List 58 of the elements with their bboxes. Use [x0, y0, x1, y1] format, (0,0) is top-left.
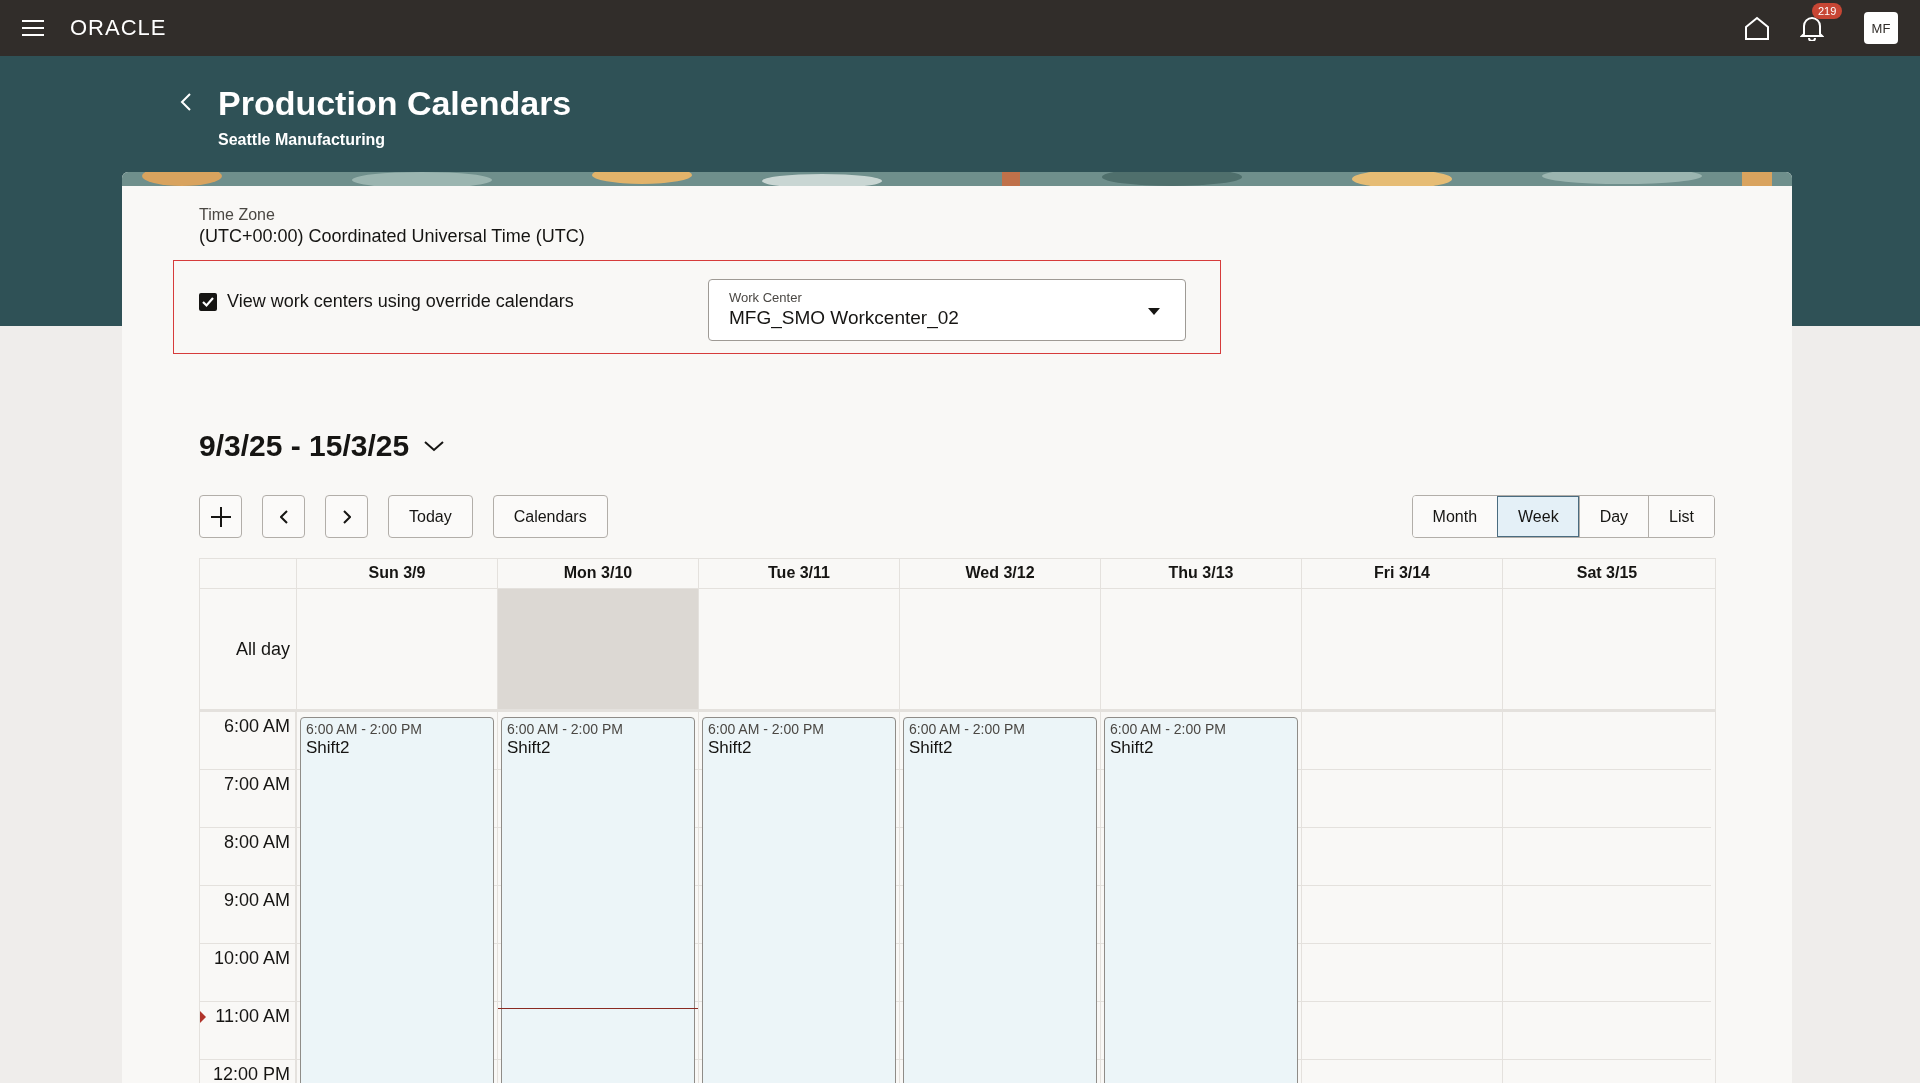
event-title: Shift2	[507, 738, 552, 758]
view-tab[interactable]: List	[1648, 496, 1714, 537]
home-icon[interactable]	[1744, 16, 1770, 40]
shift-event[interactable]: 6:00 AM - 2:00 PM Shift2	[300, 717, 494, 1083]
view-tab[interactable]: Week	[1497, 496, 1579, 537]
shift-event[interactable]: 6:00 AM - 2:00 PM Shift2	[702, 717, 896, 1083]
event-time: 6:00 AM - 2:00 PM	[708, 721, 825, 737]
all-day-label: All day	[235, 638, 290, 660]
menu-icon[interactable]	[22, 19, 44, 37]
time-label: 11:00 AM	[215, 1006, 290, 1026]
shift-event[interactable]: 6:00 AM - 2:00 PM Shift2	[1104, 717, 1298, 1083]
toolbar-button[interactable]: Today	[388, 495, 473, 538]
page-subtitle: Seattle Manufacturing	[218, 131, 387, 149]
event-time: 6:00 AM - 2:00 PM	[507, 721, 624, 737]
day-header: Mon 3/10	[497, 559, 698, 588]
day-header: Thu 3/13	[1100, 559, 1301, 588]
time-label: 12:00 PM	[212, 1064, 290, 1083]
time-label: 10:00 AM	[213, 948, 290, 968]
time-label: 9:00 AM	[223, 890, 290, 910]
work-center-select[interactable]: Work Center MFG_SMO Workcenter_02	[708, 279, 1186, 341]
user-avatar[interactable]: MF	[1864, 12, 1898, 44]
next-button[interactable]	[325, 495, 368, 538]
caret-icon	[1148, 308, 1160, 315]
current-time-marker	[200, 1011, 206, 1023]
add-button[interactable]	[199, 495, 242, 538]
event-time: 6:00 AM - 2:00 PM	[909, 721, 1026, 737]
event-title: Shift2	[1110, 738, 1155, 758]
event-title: Shift2	[909, 738, 954, 758]
notification-count: 219	[1812, 3, 1843, 19]
checkbox-label: View work centers using override calendars	[227, 291, 574, 312]
time-zone-value: (UTC+00:00) Coordinated Universal Time (UTC)	[199, 226, 586, 247]
day-header: Tue 3/11	[698, 559, 899, 588]
page-title: Production Calendars	[218, 84, 572, 123]
notifications-icon[interactable]	[1800, 15, 1824, 41]
day-header: Wed 3/12	[899, 559, 1100, 588]
day-header: Sat 3/15	[1502, 559, 1711, 588]
shift-event[interactable]: 6:00 AM - 2:00 PM Shift2	[903, 717, 1097, 1083]
time-label: 6:00 AM	[223, 716, 290, 736]
date-range: 9/3/25 - 15/3/25	[199, 429, 410, 463]
previous-button[interactable]	[262, 495, 305, 538]
event-title: Shift2	[306, 738, 351, 758]
event-title: Shift2	[708, 738, 753, 758]
time-label: 7:00 AM	[223, 774, 290, 794]
brand-logo: ORACLE	[70, 15, 167, 41]
time-label: 8:00 AM	[223, 832, 290, 852]
chevron-right-icon	[342, 509, 351, 524]
day-header: Sun 3/9	[296, 559, 497, 588]
chevron-left-icon	[279, 509, 288, 524]
back-icon[interactable]	[180, 91, 192, 112]
event-time: 6:00 AM - 2:00 PM	[306, 721, 423, 737]
toolbar-button[interactable]: Calendars	[492, 495, 608, 538]
day-header: Fri 3/14	[1301, 559, 1502, 588]
event-time: 6:00 AM - 2:00 PM	[1110, 721, 1227, 737]
plus-icon	[210, 506, 231, 527]
chevron-down-icon[interactable]	[423, 440, 446, 452]
shift-event[interactable]: 6:00 AM - 2:00 PM Shift2	[501, 717, 695, 1083]
checkbox[interactable]	[199, 292, 217, 311]
time-zone-label: Time Zone	[199, 206, 276, 224]
